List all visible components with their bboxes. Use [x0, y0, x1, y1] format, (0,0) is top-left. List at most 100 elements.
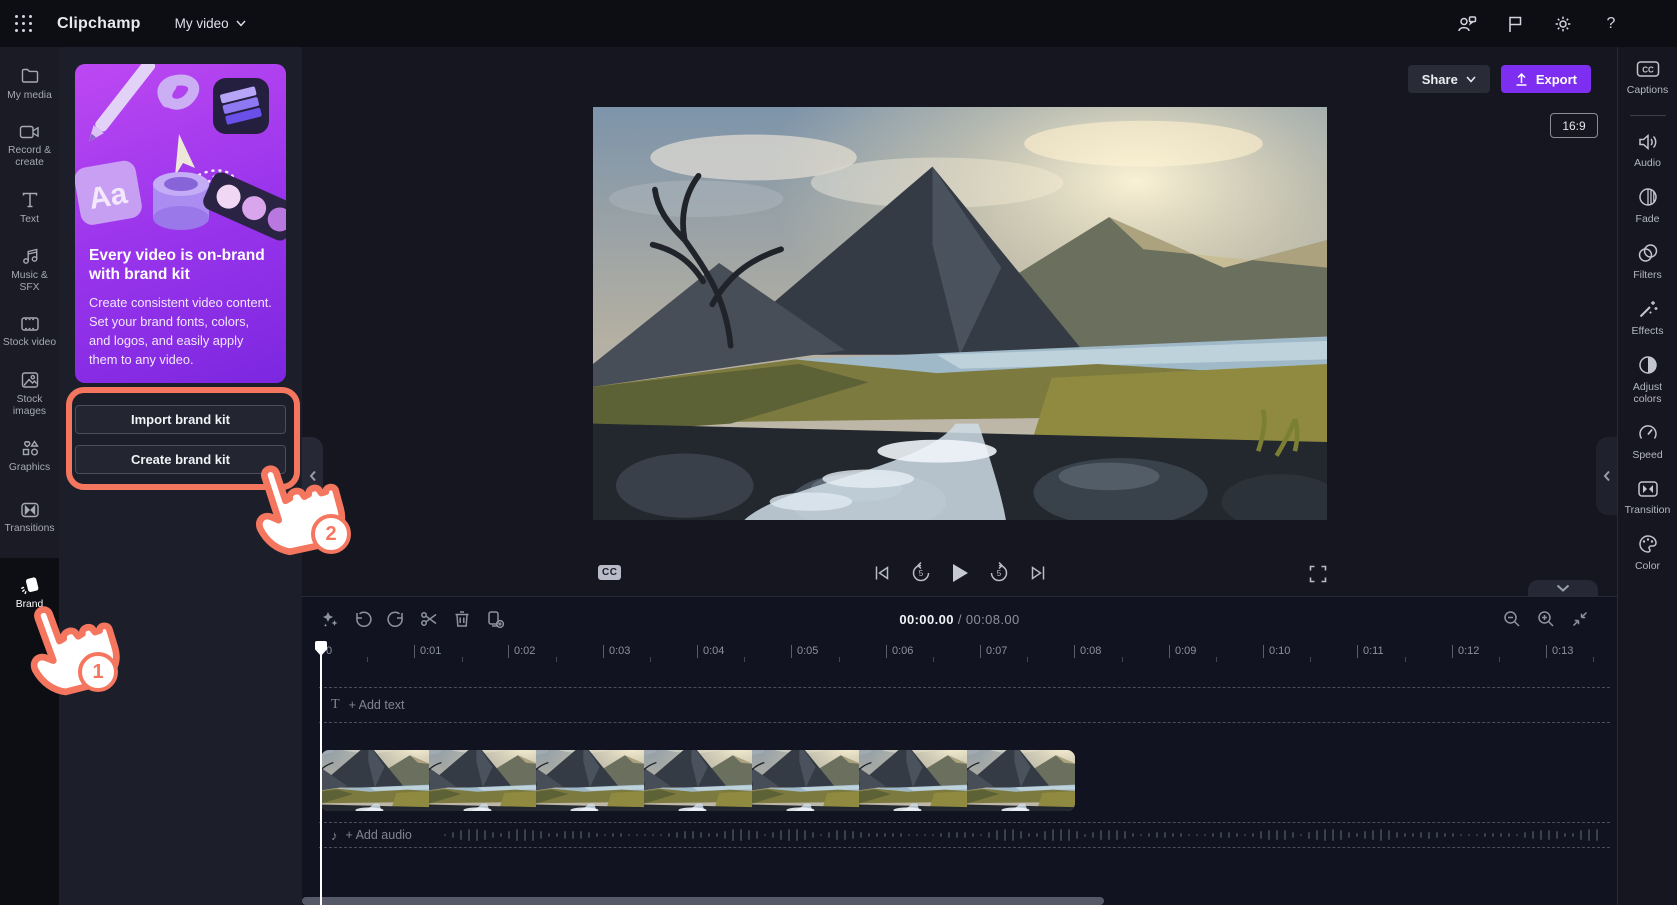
music-note-icon: [20, 246, 40, 266]
fade-icon: [1637, 186, 1659, 208]
app-launcher-icon[interactable]: [15, 15, 33, 33]
collapse-preview-handle[interactable]: [1528, 580, 1598, 596]
ruler-minor-tick: [556, 657, 557, 662]
sidebar-item-record-create[interactable]: Record & create: [0, 115, 59, 177]
add-text-track[interactable]: T + Add text: [319, 687, 1610, 723]
settings-icon[interactable]: [1553, 14, 1573, 34]
brand-panel: Aa Every video is on-brand with brand ki…: [59, 47, 302, 905]
sidebar-item-music-sfx[interactable]: Music & SFX: [0, 239, 59, 301]
ruler-minor-tick: [1405, 657, 1406, 662]
ruler-minor-tick: [650, 657, 651, 662]
chevron-down-icon: [236, 20, 246, 27]
ruler-minor-tick: [933, 657, 934, 662]
ruler-minor-tick: [744, 657, 745, 662]
scissors-icon[interactable]: [419, 609, 439, 629]
ruler-label: 0:12: [1452, 645, 1479, 658]
ruler-minor-tick: [1499, 657, 1500, 662]
ruler-minor-tick: [367, 657, 368, 662]
sidebar-item-text[interactable]: Text: [0, 177, 59, 239]
aa-letters: Aa: [86, 177, 130, 216]
header-actions: ?: [1457, 14, 1621, 34]
import-brand-kit-button[interactable]: Import brand kit: [75, 405, 286, 434]
redo-icon[interactable]: [386, 609, 406, 629]
feedback-icon[interactable]: [1457, 14, 1477, 34]
skip-forward-icon[interactable]: [1026, 560, 1050, 586]
sidebar-item-stock-video[interactable]: Stock video: [0, 301, 59, 363]
tool-color[interactable]: Color: [1618, 533, 1677, 572]
sidebar-item-brand[interactable]: Brand: [0, 562, 59, 624]
annotation-step-2-badge: 2: [311, 514, 351, 554]
zoom-fit-icon[interactable]: [1570, 609, 1590, 629]
export-button[interactable]: Export: [1501, 65, 1591, 93]
flag-icon[interactable]: [1505, 14, 1525, 34]
tool-audio[interactable]: Audio: [1618, 132, 1677, 169]
playhead-pin[interactable]: [315, 641, 327, 656]
aspect-ratio-badge[interactable]: 16:9: [1550, 113, 1598, 138]
tool-adjust-colors[interactable]: Adjust colors: [1618, 354, 1677, 405]
tool-effects[interactable]: Effects: [1618, 298, 1677, 337]
share-button[interactable]: Share: [1408, 65, 1490, 93]
svg-text:CC: CC: [1642, 66, 1654, 75]
playback-controls: 5 5: [870, 560, 1050, 586]
ruler-minor-tick: [1027, 657, 1028, 662]
ruler-minor-tick: [1216, 657, 1217, 662]
sidebar-item-my-media[interactable]: My media: [0, 53, 59, 115]
skip-back-icon[interactable]: [870, 560, 894, 586]
fullscreen-icon[interactable]: [1308, 564, 1328, 584]
sidebar-divider: [1630, 115, 1666, 116]
undo-icon[interactable]: [353, 609, 373, 629]
sidebar-item-transitions[interactable]: Transitions: [0, 487, 59, 549]
time-display: 00:00.00/00:08.00: [899, 612, 1019, 627]
timeline-toolbar: 00:00.00/00:08.00: [302, 597, 1617, 641]
project-menu[interactable]: My video: [175, 16, 246, 31]
ruler-minor-tick: [839, 657, 840, 662]
captions-icon: CC: [1636, 59, 1660, 79]
brand-kit-promo-card: Aa Every video is on-brand with brand ki…: [75, 64, 286, 383]
sidebar-item-stock-images[interactable]: Stock images: [0, 363, 59, 425]
current-time: 00:00.00: [899, 612, 954, 627]
play-icon[interactable]: [948, 560, 972, 586]
timeline-scrollbar[interactable]: [302, 897, 1104, 905]
brand-kit-illustration: Aa: [75, 64, 286, 242]
video-canvas[interactable]: [593, 107, 1327, 520]
timeline-ruler[interactable]: 0 0:01 0:02 0:03 0:04 0:05 0:06 0:07 0:0…: [302, 641, 1617, 665]
trash-icon[interactable]: [452, 609, 472, 629]
promo-heading: Every video is on-brand with brand kit: [75, 242, 286, 284]
forward-5-icon[interactable]: 5: [987, 560, 1011, 586]
speedometer-icon: [1637, 422, 1659, 444]
create-brand-kit-button[interactable]: Create brand kit: [75, 445, 286, 474]
collapse-panel-handle[interactable]: [302, 437, 323, 515]
zoom-out-icon[interactable]: [1502, 609, 1522, 629]
left-rail: My media Record & create Text Music & SF…: [0, 47, 59, 905]
filters-icon: [1637, 242, 1659, 264]
zoom-tools: [1502, 609, 1590, 629]
add-audio-track[interactable]: ♪ + Add audio: [319, 822, 1610, 848]
tool-transition[interactable]: Transition: [1618, 479, 1677, 516]
duplicate-icon[interactable]: [485, 609, 505, 629]
ruler-label: 0:07: [980, 645, 1007, 658]
svg-text:5: 5: [996, 569, 1001, 578]
video-clip[interactable]: [321, 750, 1075, 811]
tool-fade[interactable]: Fade: [1618, 186, 1677, 225]
ruler-minor-tick: [1310, 657, 1311, 662]
help-icon[interactable]: ?: [1601, 14, 1621, 34]
chevron-left-icon: [1603, 470, 1611, 482]
rewind-5-icon[interactable]: 5: [909, 560, 933, 586]
audio-track-icon: ♪: [331, 828, 338, 843]
project-menu-label: My video: [175, 16, 229, 31]
tool-filters[interactable]: Filters: [1618, 242, 1677, 281]
promo-body: Create consistent video content. Set you…: [75, 284, 286, 369]
ruler-label: 0:05: [791, 645, 818, 658]
captions-toggle-badge[interactable]: CC: [598, 565, 621, 580]
playhead[interactable]: [315, 641, 327, 905]
expand-tools-handle[interactable]: [1596, 437, 1617, 515]
tool-speed[interactable]: Speed: [1618, 422, 1677, 461]
text-track-icon: T: [331, 697, 340, 713]
player-controls-row: CC 5 5: [302, 560, 1617, 592]
sidebar-item-graphics[interactable]: Graphics: [0, 425, 59, 487]
magic-tools-icon[interactable]: [320, 609, 340, 629]
tool-captions[interactable]: CC Captions: [1618, 59, 1677, 96]
upload-icon: [1515, 72, 1528, 86]
zoom-in-icon[interactable]: [1536, 609, 1556, 629]
folder-icon: [20, 66, 40, 86]
